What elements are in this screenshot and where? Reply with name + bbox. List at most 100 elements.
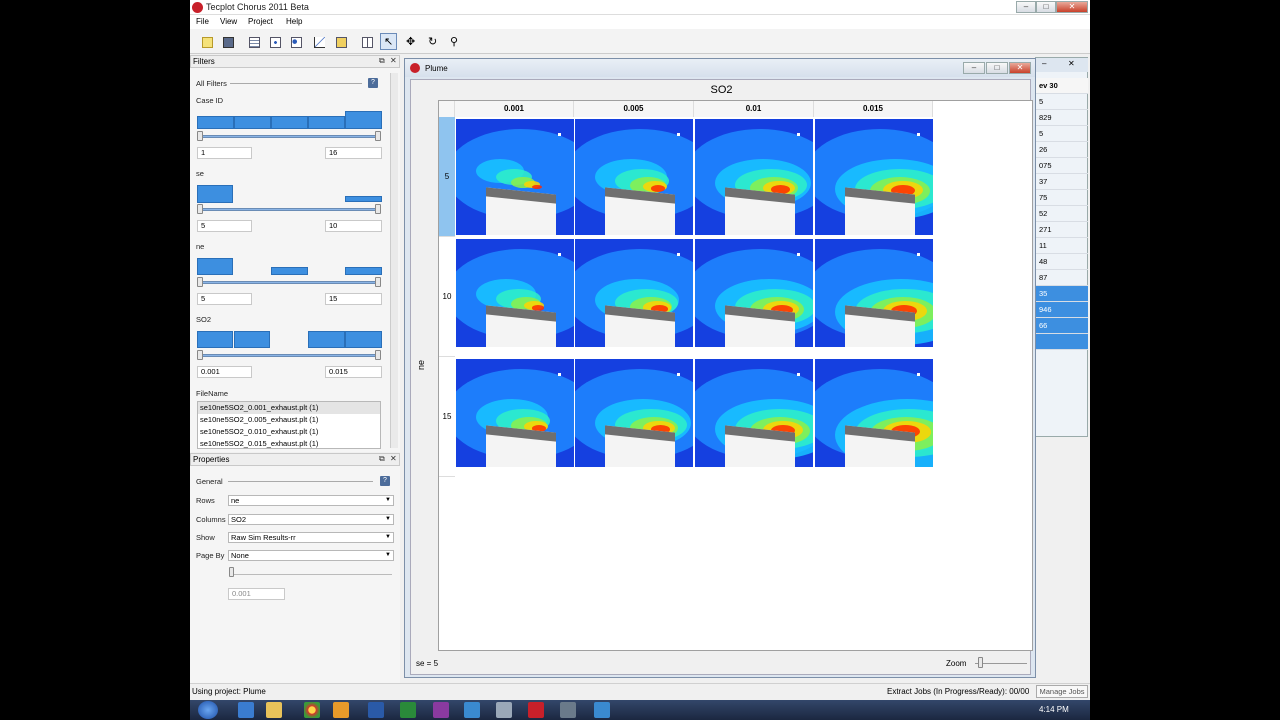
close-button[interactable]: ✕ xyxy=(1009,62,1031,74)
line-plot-button[interactable] xyxy=(310,33,327,50)
table-cell[interactable]: 075 xyxy=(1036,158,1088,174)
new-project-button[interactable] xyxy=(198,33,215,50)
list-item[interactable]: se10ne5SO2_0.001_exhaust.plt (1) xyxy=(198,402,380,414)
list-item[interactable]: se10ne5SO2_0.005_exhaust.plt (1) xyxy=(198,414,380,426)
column-header[interactable]: 0.015 xyxy=(814,101,933,117)
table-cell[interactable]: 5 xyxy=(1036,126,1088,142)
minimize-icon[interactable]: – xyxy=(1042,59,1046,68)
maximize-button[interactable]: □ xyxy=(1036,1,1056,13)
plume-image-cell[interactable] xyxy=(575,359,693,467)
zoom-tool-button[interactable]: ⚲ xyxy=(446,33,463,50)
pageby-select[interactable]: None ▼ xyxy=(228,550,394,561)
app-icon[interactable] xyxy=(496,702,512,718)
menu-project[interactable]: Project xyxy=(248,17,273,26)
close-panel-icon[interactable]: ✕ xyxy=(390,56,397,65)
columns-select[interactable]: SO2 ▼ xyxy=(228,514,394,525)
table-cell[interactable]: 87 xyxy=(1036,270,1088,286)
table-cell[interactable]: 35 xyxy=(1036,286,1088,302)
app-icon[interactable] xyxy=(594,702,610,718)
pointer-tool-button[interactable]: ↖ xyxy=(380,33,397,50)
table-cell[interactable]: 66 xyxy=(1036,318,1088,334)
filename-list[interactable]: se10ne5SO2_0.001_exhaust.plt (1) se10ne5… xyxy=(197,401,381,449)
ne-range-slider[interactable] xyxy=(200,281,378,284)
slider-max-handle[interactable] xyxy=(375,131,381,141)
word-icon[interactable] xyxy=(368,702,384,718)
ne-max-field[interactable]: 15 xyxy=(325,293,382,305)
so2-range-slider[interactable] xyxy=(200,354,378,357)
start-button[interactable] xyxy=(198,701,218,719)
plume-image-cell[interactable] xyxy=(456,239,574,347)
zoom-slider-handle[interactable] xyxy=(978,657,983,668)
table-cell[interactable]: 48 xyxy=(1036,254,1088,270)
show-select[interactable]: Raw Sim Results-rr ▼ xyxy=(228,532,394,543)
minimize-button[interactable]: – xyxy=(1016,1,1036,13)
slider-min-handle[interactable] xyxy=(197,350,203,360)
matrix-view-button[interactable] xyxy=(332,33,349,50)
list-item[interactable]: se10ne5SO2_0.010_exhaust.plt (1) xyxy=(198,426,380,438)
app-icon[interactable] xyxy=(560,702,576,718)
app-icon[interactable] xyxy=(464,702,480,718)
list-item[interactable]: se10ne5SO2_0.015_exhaust.plt (1) xyxy=(198,438,380,448)
plume-image-cell[interactable] xyxy=(815,119,933,235)
grid-layout-button[interactable] xyxy=(358,33,375,50)
slider-min-handle[interactable] xyxy=(197,277,203,287)
page-slider-track[interactable] xyxy=(232,574,392,575)
table-cell[interactable]: 75 xyxy=(1036,190,1088,206)
caseid-min-field[interactable]: 1 xyxy=(197,147,252,159)
row-header[interactable]: 10 xyxy=(439,237,455,357)
column-header[interactable]: 0.005 xyxy=(574,101,694,117)
plume-image-cell[interactable] xyxy=(815,239,933,347)
row-header[interactable]: 15 xyxy=(439,357,455,477)
undock-icon[interactable]: ⧉ xyxy=(379,454,385,464)
minimize-button[interactable]: – xyxy=(963,62,985,74)
tecplot-chorus-icon[interactable] xyxy=(528,702,544,718)
cluster-view-button[interactable] xyxy=(287,33,304,50)
rotate-tool-button[interactable]: ↻ xyxy=(424,33,441,50)
column-header[interactable]: 0.01 xyxy=(694,101,814,117)
plume-image-cell[interactable] xyxy=(575,239,693,347)
close-panel-icon[interactable]: ✕ xyxy=(390,454,397,463)
pan-tool-button[interactable]: ✥ xyxy=(402,33,419,50)
ie-icon[interactable] xyxy=(238,702,254,718)
outlook-icon[interactable] xyxy=(333,702,349,718)
table-cell[interactable] xyxy=(1036,334,1088,350)
chrome-icon[interactable] xyxy=(304,702,320,718)
page-value-field[interactable]: 0.001 xyxy=(228,588,285,600)
help-icon[interactable]: ? xyxy=(368,78,378,88)
table-cell[interactable]: 11 xyxy=(1036,238,1088,254)
explorer-icon[interactable] xyxy=(266,702,282,718)
slider-max-handle[interactable] xyxy=(375,350,381,360)
caseid-range-slider[interactable] xyxy=(200,135,378,138)
se-range-slider[interactable] xyxy=(200,208,378,211)
menu-file[interactable]: File xyxy=(196,17,209,26)
menu-view[interactable]: View xyxy=(220,17,237,26)
plume-image-cell[interactable] xyxy=(695,119,813,235)
caseid-max-field[interactable]: 16 xyxy=(325,147,382,159)
table-cell[interactable]: 52 xyxy=(1036,206,1088,222)
plume-image-cell[interactable] xyxy=(456,119,574,235)
close-icon[interactable]: ✕ xyxy=(1068,59,1075,68)
save-button[interactable] xyxy=(219,33,236,50)
so2-min-field[interactable]: 0.001 xyxy=(197,366,252,378)
slider-min-handle[interactable] xyxy=(197,204,203,214)
plume-image-cell[interactable] xyxy=(815,359,933,467)
undock-icon[interactable]: ⧉ xyxy=(379,56,385,66)
table-cell[interactable]: 26 xyxy=(1036,142,1088,158)
table-view-button[interactable] xyxy=(245,33,262,50)
filters-scrollbar[interactable] xyxy=(390,73,398,448)
se-max-field[interactable]: 10 xyxy=(325,220,382,232)
row-header[interactable]: 5 xyxy=(439,117,455,237)
rows-select[interactable]: ne ▼ xyxy=(228,495,394,506)
ne-min-field[interactable]: 5 xyxy=(197,293,252,305)
onenote-icon[interactable] xyxy=(433,702,449,718)
help-icon[interactable]: ? xyxy=(380,476,390,486)
excel-icon[interactable] xyxy=(400,702,416,718)
menu-help[interactable]: Help xyxy=(286,17,302,26)
slider-max-handle[interactable] xyxy=(375,204,381,214)
plume-image-cell[interactable] xyxy=(695,359,813,467)
table-cell[interactable]: 946 xyxy=(1036,302,1088,318)
plume-image-cell[interactable] xyxy=(456,359,574,467)
page-slider-handle[interactable] xyxy=(229,567,234,577)
manage-jobs-button[interactable]: Manage Jobs xyxy=(1036,685,1088,698)
table-cell[interactable]: 829 xyxy=(1036,110,1088,126)
